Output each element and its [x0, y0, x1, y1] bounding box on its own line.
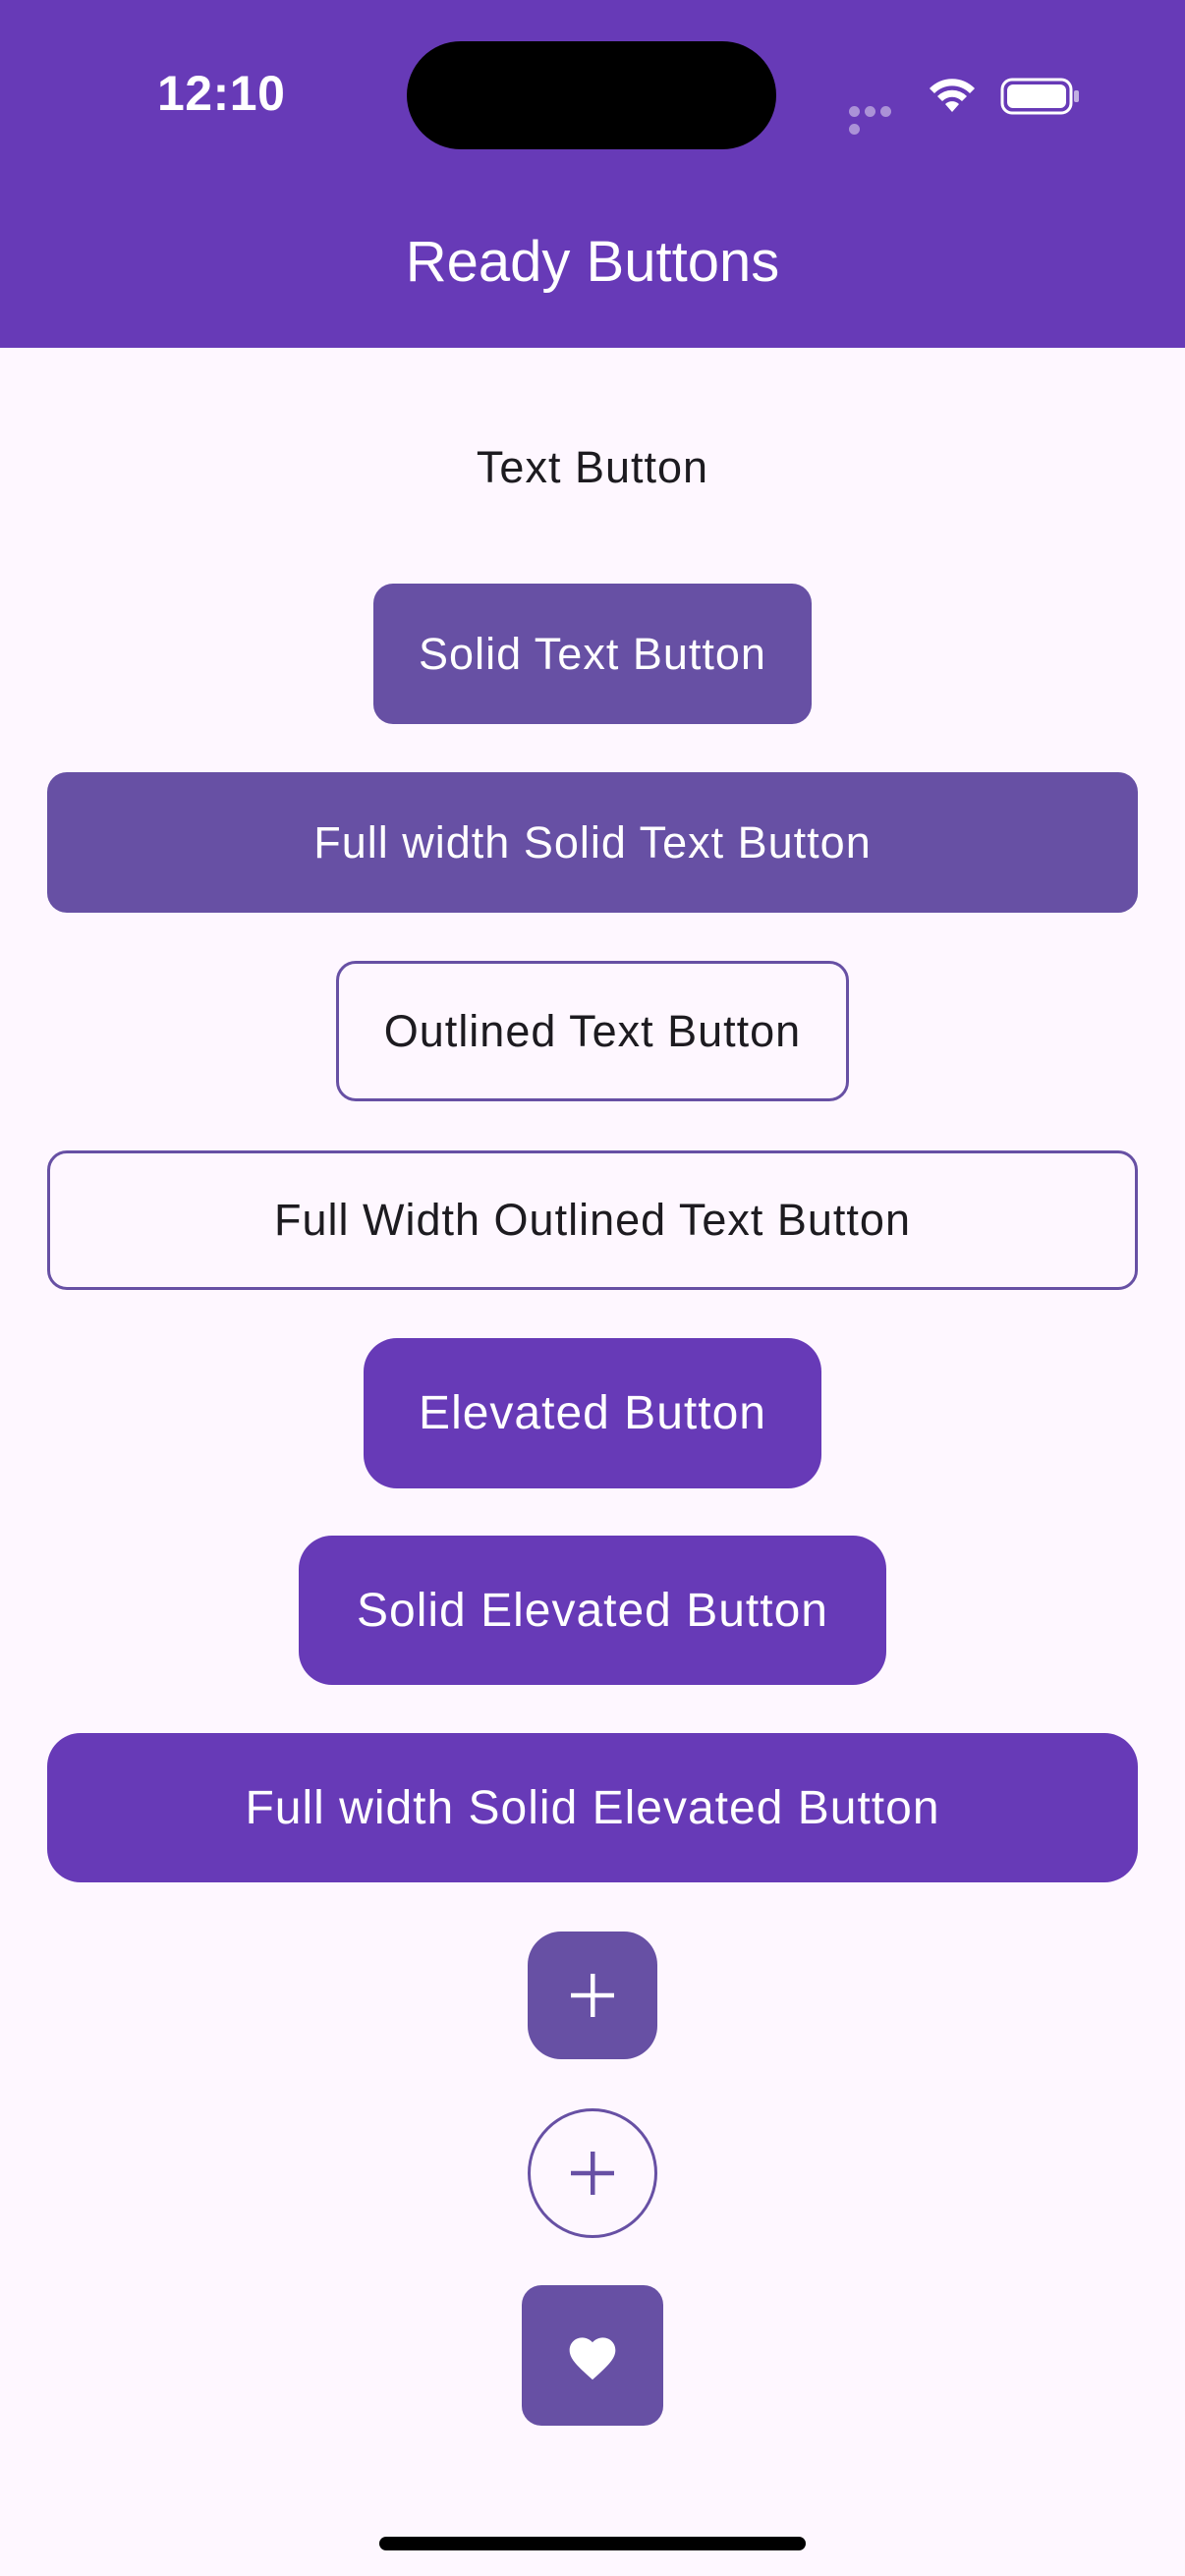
add-icon-button-outlined[interactable] [528, 2108, 657, 2238]
add-icon-button-solid[interactable] [528, 1932, 657, 2059]
wifi-icon [930, 79, 975, 112]
solid-elevated-button[interactable]: Solid Elevated Button [299, 1536, 886, 1685]
app-bar: 12:10 Ready Buttons [0, 0, 1185, 348]
dynamic-island [407, 41, 776, 149]
outlined-text-button[interactable]: Outlined Text Button [336, 961, 849, 1101]
status-time: 12:10 [157, 66, 286, 121]
battery-icon [1000, 78, 1079, 115]
favorite-icon-button[interactable] [522, 2285, 663, 2426]
plus-icon [571, 2152, 614, 2195]
solid-text-button[interactable]: Solid Text Button [373, 584, 812, 724]
elevated-button[interactable]: Elevated Button [364, 1338, 821, 1488]
full-width-solid-text-button[interactable]: Full width Solid Text Button [47, 772, 1138, 913]
page-title: Ready Buttons [405, 230, 780, 294]
heart-icon [569, 2336, 616, 2380]
plus-icon [571, 1974, 614, 2017]
full-width-solid-elevated-button[interactable]: Full width Solid Elevated Button [47, 1733, 1138, 1882]
cellular-signal-icon [849, 104, 908, 135]
full-width-outlined-text-button[interactable]: Full Width Outlined Text Button [47, 1150, 1138, 1290]
text-button[interactable]: Text Button [432, 428, 753, 507]
home-indicator[interactable] [379, 2537, 806, 2550]
